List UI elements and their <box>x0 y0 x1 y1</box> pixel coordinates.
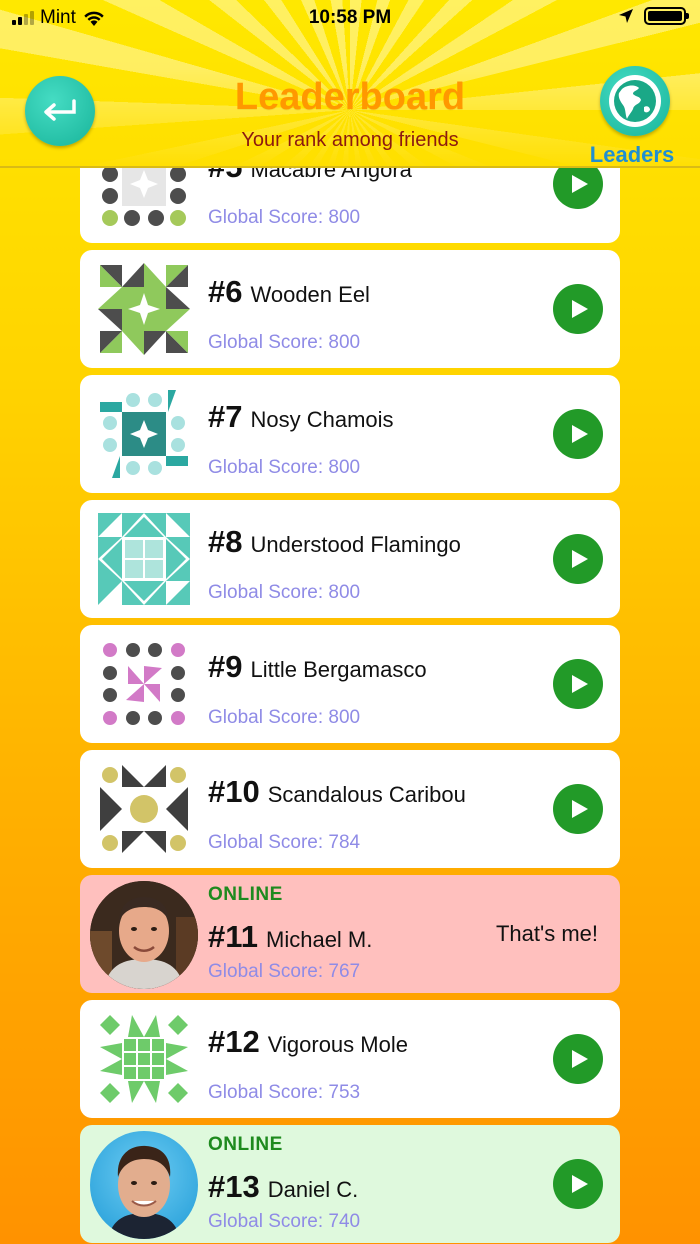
play-button[interactable] <box>553 659 603 709</box>
play-button[interactable] <box>553 1159 603 1209</box>
list-item[interactable]: #9 Little Bergamasco Global Score: 800 <box>80 625 620 743</box>
rank-label: #10 Scandalous Caribou <box>208 774 466 809</box>
play-button[interactable] <box>553 1034 603 1084</box>
status-bar: Mint 10:58 PM <box>0 0 700 36</box>
online-status: ONLINE <box>208 1134 283 1155</box>
thats-me-label: That's me! <box>495 921 598 946</box>
global-score: Global Score: 767 <box>208 961 361 982</box>
rank-label: #9 Little Bergamasco <box>208 649 427 684</box>
play-icon <box>572 675 588 693</box>
global-score: Global Score: 800 <box>208 332 361 353</box>
global-score: Global Score: 740 <box>208 1211 361 1232</box>
player-name: Daniel C. <box>267 1177 359 1202</box>
global-score: Global Score: 800 <box>208 207 361 228</box>
page-title: Leaderboard <box>234 76 466 118</box>
player-name: Wooden Eel <box>250 282 370 307</box>
rank-label: #6 Wooden Eel <box>208 274 370 309</box>
list-item[interactable]: #12 Vigorous Mole Global Score: 753 <box>80 1000 620 1118</box>
avatar <box>90 1131 198 1239</box>
pattern-avatar <box>98 513 190 605</box>
rank-label: #5Macabre Angora <box>208 168 412 185</box>
header: Leaderboard Your rank among friends Lead… <box>0 36 700 168</box>
pattern-avatar <box>98 763 190 855</box>
player-name: Nosy Chamois <box>250 407 394 432</box>
player-name: Understood Flamingo <box>250 532 461 557</box>
rank-label: #13 Daniel C. <box>208 1169 359 1204</box>
player-name: Scandalous Caribou <box>267 782 466 807</box>
play-icon <box>572 1050 588 1068</box>
leaderboard-list[interactable]: #5Macabre Angora Global Score: 800 #6Woo… <box>0 168 700 1244</box>
play-icon <box>572 300 588 318</box>
player-name: Michael M. <box>266 927 373 952</box>
global-score: Global Score: 753 <box>208 1082 361 1103</box>
list-item-friend[interactable]: ONLINE #13 Daniel C. Global Score: 740 <box>80 1125 620 1243</box>
pattern-avatar <box>98 638 190 730</box>
global-score: Global Score: 800 <box>208 707 361 728</box>
list-item[interactable]: #7 Nosy Chamois Global Score: 800 <box>80 375 620 493</box>
leaders-label[interactable]: Leaders <box>570 142 694 168</box>
online-status: ONLINE <box>208 884 283 905</box>
play-icon <box>572 1175 588 1193</box>
player-name: Macabre Angora <box>250 168 412 182</box>
global-score: Global Score: 800 <box>208 457 361 478</box>
pattern-avatar <box>98 1013 190 1105</box>
rank-label: #8 Understood Flamingo <box>208 524 461 559</box>
play-button[interactable] <box>553 409 603 459</box>
list-item[interactable]: #5Macabre Angora Global Score: 800 <box>80 168 620 243</box>
play-button[interactable] <box>553 534 603 584</box>
play-icon <box>572 175 588 193</box>
global-score: Global Score: 800 <box>208 582 361 603</box>
pattern-avatar <box>98 388 190 480</box>
battery-icon <box>644 7 689 25</box>
rank-label: #12 Vigorous Mole <box>208 1024 408 1059</box>
player-name: Vigorous Mole <box>267 1032 408 1057</box>
list-item[interactable]: #8 Understood Flamingo Global Score: 800 <box>80 500 620 618</box>
list-item[interactable]: #10 Scandalous Caribou Global Score: 784 <box>80 750 620 868</box>
rank-label: #11 Michael M. <box>208 919 373 954</box>
play-icon <box>572 425 588 443</box>
play-button[interactable] <box>553 784 603 834</box>
globe-icon <box>609 75 661 127</box>
location-arrow-icon <box>619 9 633 23</box>
clock: 10:58 PM <box>308 7 392 28</box>
list-item[interactable]: #6 Wooden Eel Global Score: 800 <box>80 250 620 368</box>
avatar <box>90 881 198 989</box>
list-item-current-user[interactable]: ONLINE #11 Michael M. Global Score: 767 T… <box>80 875 620 993</box>
play-icon <box>572 800 588 818</box>
rank-label: #7 Nosy Chamois <box>208 399 394 434</box>
global-score: Global Score: 784 <box>208 832 361 853</box>
pattern-avatar <box>98 168 190 230</box>
play-button[interactable] <box>553 168 603 209</box>
player-name: Little Bergamasco <box>250 657 427 682</box>
play-button[interactable] <box>553 284 603 334</box>
pattern-avatar <box>98 263 190 355</box>
play-icon <box>572 550 588 568</box>
leaders-button[interactable] <box>600 66 670 136</box>
